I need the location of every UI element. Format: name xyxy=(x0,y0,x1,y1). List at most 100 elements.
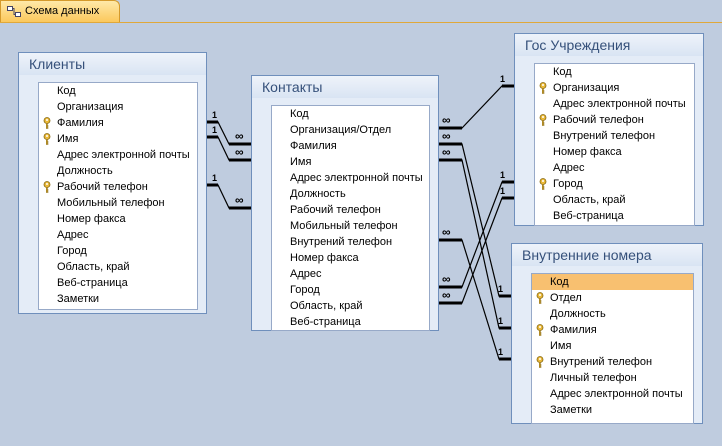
field-name: Адрес электронной почты xyxy=(57,149,190,161)
field-name: Отдел xyxy=(550,292,582,304)
field-row[interactable]: Внутрений телефон xyxy=(535,128,694,144)
field-row[interactable]: Номер факса xyxy=(272,250,429,266)
field-name: Веб-страница xyxy=(57,277,128,289)
field-list[interactable]: Код Организация Фамилия Имя Адрес электронно… xyxy=(38,82,198,310)
primary-key-icon xyxy=(539,82,547,94)
primary-key-icon xyxy=(43,133,51,145)
relationships-icon xyxy=(7,6,21,17)
field-row[interactable]: Организация xyxy=(39,99,197,115)
field-row[interactable]: Город xyxy=(535,176,694,192)
table-title[interactable]: Гос Учреждения xyxy=(515,34,703,56)
table-internal-numbers[interactable]: Внутренние номера Код Отдел Должность Фамил… xyxy=(511,243,703,424)
table-title[interactable]: Внутренние номера xyxy=(512,244,702,266)
tab-data-schema[interactable]: Схема данных xyxy=(0,0,120,22)
table-title[interactable]: Клиенты xyxy=(19,53,206,75)
field-list[interactable]: Код Организация Адрес электронной почты Раб… xyxy=(534,63,695,226)
field-list[interactable]: Код Организация/Отдел Фамилия Имя Адрес элек… xyxy=(271,105,430,331)
field-row[interactable]: Должность xyxy=(272,186,429,202)
field-name: Веб-страница xyxy=(290,316,361,328)
field-name: Имя xyxy=(57,133,79,145)
field-row[interactable]: Фамилия xyxy=(39,115,197,131)
field-row[interactable]: Адрес электронной почты xyxy=(39,147,197,163)
table-clients[interactable]: Клиенты Код Организация Фамилия Имя Адрес эл… xyxy=(18,52,207,314)
field-name: Код xyxy=(553,66,572,78)
field-name: Веб-страница xyxy=(553,210,624,222)
field-row[interactable]: Должность xyxy=(532,306,693,322)
field-row[interactable]: Код xyxy=(535,64,694,80)
field-row[interactable]: Имя xyxy=(532,338,693,354)
field-row[interactable]: Код xyxy=(272,106,429,122)
field-name: Область, край xyxy=(290,300,363,312)
field-row[interactable]: Внутрений телефон xyxy=(272,234,429,250)
field-row[interactable]: Адрес xyxy=(535,160,694,176)
field-name: Номер факса xyxy=(57,213,126,225)
field-row[interactable]: Имя xyxy=(39,131,197,147)
field-name: Рабочий телефон xyxy=(57,181,148,193)
field-name: Область, край xyxy=(57,261,130,273)
field-row[interactable]: Область, край xyxy=(39,259,197,275)
table-contacts[interactable]: Контакты Код Организация/Отдел Фамилия Имя А… xyxy=(251,75,439,331)
field-row[interactable]: Код xyxy=(532,274,693,290)
field-name: Личный телефон xyxy=(550,372,637,384)
field-row[interactable]: Веб-страница xyxy=(535,208,694,224)
field-name: Имя xyxy=(290,156,312,168)
field-name: Номер факса xyxy=(553,146,622,158)
field-row[interactable]: Область, край xyxy=(272,298,429,314)
primary-key-icon xyxy=(539,114,547,126)
field-name: Код xyxy=(550,276,569,288)
field-row[interactable]: Адрес xyxy=(39,227,197,243)
primary-key-icon xyxy=(43,181,51,193)
field-row[interactable]: Код xyxy=(39,83,197,99)
field-name: Организация/Отдел xyxy=(290,124,392,136)
field-row[interactable]: Веб-страница xyxy=(272,314,429,330)
field-row[interactable]: Отдел xyxy=(532,290,693,306)
table-gov-institutions[interactable]: Гос Учреждения Код Организация Адрес элект… xyxy=(514,33,704,226)
primary-key-icon xyxy=(536,292,544,304)
field-row[interactable]: Мобильный телефон xyxy=(272,218,429,234)
field-row[interactable]: Рабочий телефон xyxy=(535,112,694,128)
field-row[interactable]: Номер факса xyxy=(39,211,197,227)
field-row[interactable]: Номер факса xyxy=(535,144,694,160)
field-row[interactable]: Адрес электронной почты xyxy=(272,170,429,186)
primary-key-icon xyxy=(43,117,51,129)
field-name: Номер факса xyxy=(290,252,359,264)
field-name: Внутрений телефон xyxy=(553,130,656,142)
field-row[interactable]: Организация xyxy=(535,80,694,96)
primary-key-icon xyxy=(536,356,544,368)
field-row[interactable]: Личный телефон xyxy=(532,370,693,386)
field-name: Мобильный телефон xyxy=(57,197,165,209)
field-name: Адрес электронной почты xyxy=(290,172,423,184)
field-row[interactable]: Фамилия xyxy=(272,138,429,154)
field-name: Рабочий телефон xyxy=(290,204,381,216)
field-row[interactable]: Веб-страница xyxy=(39,275,197,291)
document-tab-bar: Схема данных xyxy=(0,0,722,23)
field-name: Должность xyxy=(550,308,606,320)
tab-label: Схема данных xyxy=(25,5,100,17)
field-name: Внутрений телефон xyxy=(550,356,653,368)
field-name: Заметки xyxy=(57,293,100,305)
field-row[interactable]: Фамилия xyxy=(532,322,693,338)
field-name: Адрес xyxy=(553,162,585,174)
field-row[interactable]: Город xyxy=(39,243,197,259)
field-name: Организация xyxy=(553,82,620,94)
field-name: Адрес электронной почты xyxy=(550,388,683,400)
field-row[interactable]: Имя xyxy=(272,154,429,170)
field-row[interactable]: Заметки xyxy=(532,402,693,418)
table-title[interactable]: Контакты xyxy=(252,76,438,98)
field-name: Организация xyxy=(57,101,124,113)
field-row[interactable]: Город xyxy=(272,282,429,298)
field-row[interactable]: Организация/Отдел xyxy=(272,122,429,138)
field-row[interactable]: Рабочий телефон xyxy=(39,179,197,195)
field-list[interactable]: Код Отдел Должность Фамилия Имя Внутрений тел… xyxy=(531,273,694,424)
field-row[interactable]: Должность xyxy=(39,163,197,179)
field-row[interactable]: Адрес электронной почты xyxy=(532,386,693,402)
field-name: Фамилия xyxy=(550,324,597,336)
field-row[interactable]: Область, край xyxy=(535,192,694,208)
field-row[interactable]: Заметки xyxy=(39,291,197,307)
field-row[interactable]: Мобильный телефон xyxy=(39,195,197,211)
field-row[interactable]: Внутрений телефон xyxy=(532,354,693,370)
field-row[interactable]: Адрес xyxy=(272,266,429,282)
field-row[interactable]: Рабочий телефон xyxy=(272,202,429,218)
field-name: Код xyxy=(290,108,309,120)
field-row[interactable]: Адрес электронной почты xyxy=(535,96,694,112)
